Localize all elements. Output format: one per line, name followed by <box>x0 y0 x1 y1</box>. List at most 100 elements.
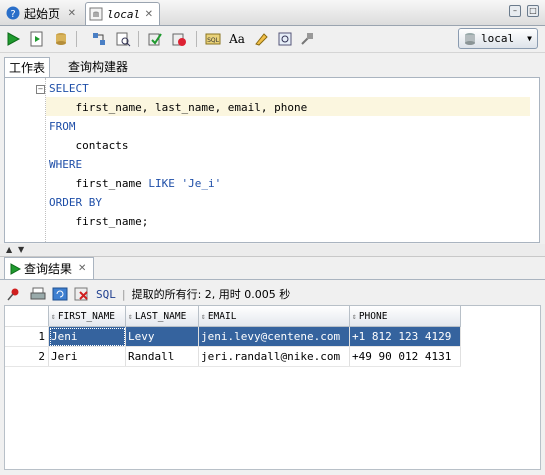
code-text: first_name, last_name, email, phone <box>49 101 308 114</box>
autotrace-icon[interactable] <box>114 30 132 48</box>
panel-splitter[interactable]: ▲ ▼ <box>0 244 545 257</box>
close-icon[interactable]: ✕ <box>145 9 153 20</box>
sql-keyword: WHERE <box>49 158 83 171</box>
table-cell[interactable]: jeri.randall@nike.com <box>198 346 350 367</box>
collapse-up-icon[interactable]: ▲ <box>6 245 12 254</box>
toolbar-separator <box>76 31 77 47</box>
results-tab-label: 查询结果 <box>24 262 73 276</box>
document-tab-bar: ? 起始页 ✕ local ✕ – □ <box>0 0 545 26</box>
column-header[interactable]: ⇕ PHONE <box>349 306 461 327</box>
column-header[interactable]: ⇕ FIRST_NAME <box>48 306 126 327</box>
sort-icon: ⇕ <box>201 311 206 321</box>
close-icon[interactable]: ✕ <box>68 8 76 19</box>
table-cell[interactable]: +1 812 123 4129 <box>349 326 461 347</box>
code-line: WHERE <box>49 155 82 174</box>
column-header-label: EMAIL <box>207 310 237 322</box>
to-upper-lower-icon[interactable]: Aa <box>228 30 246 48</box>
find-icon[interactable] <box>298 30 316 48</box>
table-cell[interactable]: jeni.levy@centene.com <box>198 326 350 347</box>
column-header-label: FIRST_NAME <box>57 310 116 322</box>
sql-tuning-icon[interactable]: SQL <box>204 30 222 48</box>
sql-keyword: ORDER BY <box>49 196 102 209</box>
toolbar-separator <box>196 31 197 47</box>
row-number: 1 <box>5 326 49 347</box>
code-line: FROM <box>49 117 76 136</box>
sql-worksheet-icon <box>89 7 103 21</box>
code-line: SELECT <box>49 79 89 98</box>
table-cell[interactable]: +49 90 012 4131 <box>349 346 461 367</box>
chevron-down-icon: ▼ <box>527 34 532 43</box>
clear-icon[interactable] <box>252 30 270 48</box>
column-header[interactable]: ⇕ EMAIL <box>198 306 350 327</box>
close-icon[interactable]: ✕ <box>78 263 86 274</box>
sort-icon: ⇕ <box>352 311 357 321</box>
code-line: ORDER BY <box>49 193 102 212</box>
results-toolbar: SQL | 提取的所有行: 2, 用时 0.005 秒 <box>6 285 290 303</box>
sql-keyword: LIKE <box>148 177 175 190</box>
run-statement-icon <box>9 262 21 275</box>
format-icon[interactable] <box>276 30 294 48</box>
database-icon <box>463 32 477 46</box>
code-text: first_name; <box>49 215 149 228</box>
svg-text:SQL: SQL <box>207 37 220 44</box>
commit-icon[interactable] <box>52 30 70 48</box>
sql-keyword: FROM <box>49 120 76 133</box>
row-number-header <box>5 306 49 327</box>
code-line: contacts <box>49 136 128 155</box>
table-row[interactable]: 2 Jeri Randall jeri.randall@nike.com +49… <box>5 346 461 367</box>
fold-toggle-icon[interactable]: − <box>36 85 45 94</box>
sort-icon: ⇕ <box>51 311 56 321</box>
code-text: contacts <box>49 139 129 152</box>
refresh-icon[interactable] <box>52 287 68 301</box>
table-row[interactable]: 1 Jeni Levy jeni.levy@centene.com +1 812… <box>5 326 461 347</box>
window-controls: – □ <box>509 5 539 17</box>
tab-query-result[interactable]: 查询结果 ✕ <box>4 257 94 279</box>
collapse-down-icon[interactable]: ▼ <box>18 245 24 254</box>
connection-name: local <box>481 32 515 45</box>
run-script-icon[interactable] <box>28 30 46 48</box>
code-line: first_name, last_name, email, phone <box>49 98 307 117</box>
code-text: first_name <box>49 177 149 190</box>
results-table: ⇕ FIRST_NAME ⇕ LAST_NAME ⇕ EMAIL ⇕ PHONE 1 J… <box>5 306 461 367</box>
toolbar-separator: | <box>121 287 126 301</box>
svg-text:?: ? <box>10 9 15 20</box>
maximize-icon[interactable]: □ <box>527 5 539 17</box>
rollback-icon[interactable] <box>170 30 188 48</box>
tab-worksheet[interactable]: 工作表 <box>4 57 51 77</box>
column-header-label: LAST_NAME <box>134 310 187 322</box>
explain-plan-icon[interactable] <box>90 30 108 48</box>
connection-select[interactable]: local ▼ <box>458 28 538 49</box>
table-cell[interactable]: Jeri <box>48 346 126 367</box>
column-header[interactable]: ⇕ LAST_NAME <box>125 306 199 327</box>
fetch-status-text: 提取的所有行: 2, 用时 0.005 秒 <box>131 288 291 301</box>
tab-start-page[interactable]: ? 起始页 ✕ <box>2 2 82 24</box>
table-cell[interactable]: Levy <box>125 326 199 347</box>
row-number: 2 <box>5 346 49 367</box>
table-cell[interactable]: Randall <box>125 346 199 367</box>
cancel-fetch-icon[interactable] <box>74 287 90 301</box>
results-grid[interactable]: ⇕ FIRST_NAME ⇕ LAST_NAME ⇕ EMAIL ⇕ PHONE 1 J… <box>4 305 541 470</box>
worksheet-toolbar: SQL Aa local ▼ <box>0 26 545 53</box>
commit-icon[interactable] <box>146 30 164 48</box>
tab-local-label: local <box>107 7 141 21</box>
toolbar-separator <box>138 31 139 47</box>
tab-query-builder[interactable]: 查询构建器 <box>64 57 132 77</box>
help-icon: ? <box>6 6 20 20</box>
table-cell[interactable]: Jeni <box>48 326 126 347</box>
print-icon[interactable] <box>30 287 46 301</box>
minimize-icon[interactable]: – <box>509 5 521 17</box>
sql-editor[interactable]: − SELECT first_name, last_name, email, p… <box>4 77 540 243</box>
pin-icon[interactable] <box>6 287 20 301</box>
sort-icon: ⇕ <box>128 311 133 321</box>
tab-local-worksheet[interactable]: local ✕ <box>85 2 160 25</box>
sql-string: 'Je_i' <box>181 177 222 190</box>
column-header-label: PHONE <box>358 310 388 322</box>
run-statement-icon[interactable] <box>4 30 22 48</box>
code-line: first_name LIKE 'Je_i' <box>49 174 221 193</box>
sql-keyword: SELECT <box>49 82 89 95</box>
sql-button[interactable]: SQL <box>96 288 116 301</box>
code-line: first_name; <box>49 212 148 231</box>
editor-subtabs: 工作表 查询构建器 <box>0 57 545 77</box>
editor-gutter: − <box>5 78 46 242</box>
tab-start-label: 起始页 <box>24 6 61 21</box>
